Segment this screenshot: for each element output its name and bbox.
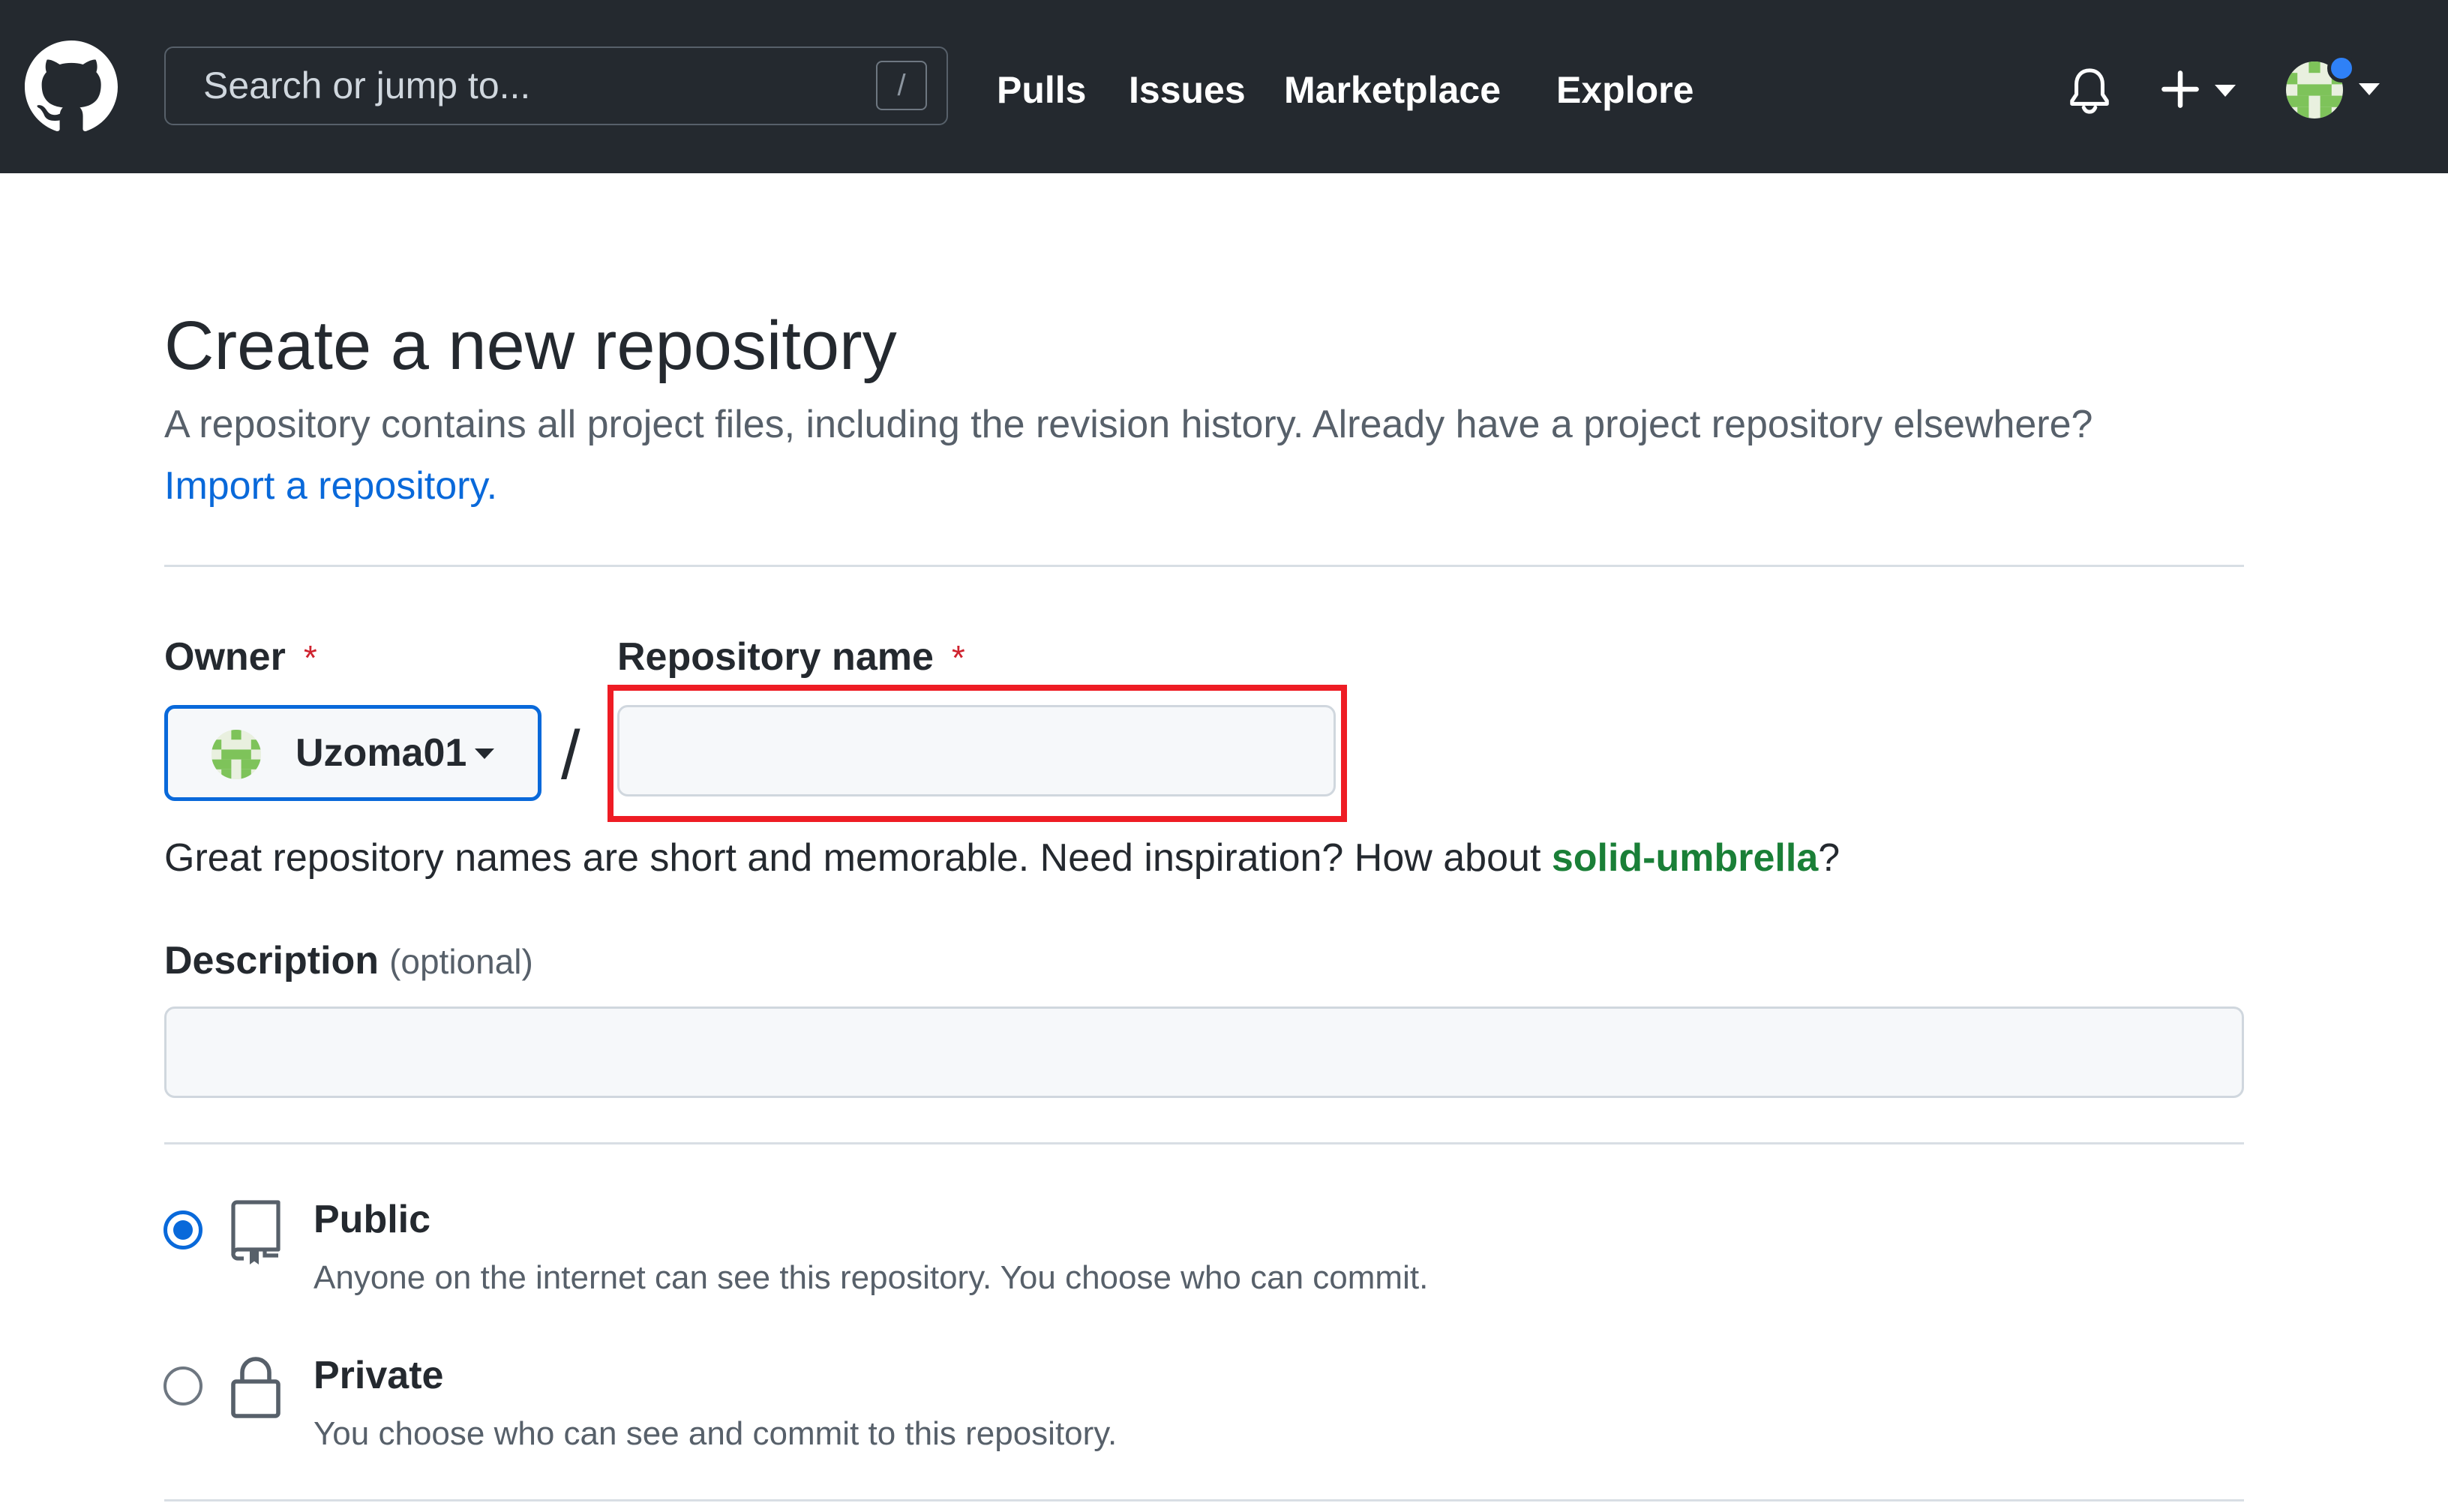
required-mark: *	[951, 638, 965, 677]
repo-name-hint-suffix: ?	[1818, 836, 1840, 880]
github-logo-icon[interactable]	[25, 40, 118, 134]
nav-pulls[interactable]: Pulls	[997, 46, 1086, 134]
nav-marketplace[interactable]: Marketplace	[1284, 46, 1501, 134]
page-title: Create a new repository	[164, 308, 897, 384]
required-mark: *	[303, 638, 317, 677]
repo-icon	[231, 1200, 280, 1264]
description-label: Description (optional)	[164, 934, 533, 988]
repo-name-hint-text: Great repository names are short and mem…	[164, 836, 1552, 880]
page: Search or jump to... / Pulls Issues Mark…	[0, 0, 2448, 1512]
public-description: Anyone on the internet can see this repo…	[314, 1259, 1429, 1296]
plus-icon[interactable]	[2160, 69, 2200, 110]
description-label-text: Description	[164, 939, 380, 982]
global-header: Search or jump to... / Pulls Issues Mark…	[0, 0, 2448, 173]
description-input[interactable]	[164, 1006, 2244, 1098]
public-title: Public	[314, 1198, 431, 1241]
divider	[164, 1499, 2244, 1502]
owner-select[interactable]: Uzoma01	[164, 705, 542, 801]
page-description: A repository contains all project files,…	[164, 403, 2093, 446]
repo-name-label-text: Repository name	[617, 635, 934, 679]
chevron-down-icon	[475, 748, 494, 759]
avatar-dropdown-caret-icon[interactable]	[2359, 83, 2380, 95]
bell-icon[interactable]	[2066, 66, 2113, 116]
owner-value: Uzoma01	[296, 731, 467, 775]
private-radio[interactable]	[164, 1366, 202, 1406]
private-title: Private	[314, 1354, 444, 1397]
nav-explore[interactable]: Explore	[1556, 46, 1694, 134]
optional-tag: (optional)	[389, 942, 533, 981]
divider	[164, 1142, 2244, 1144]
repo-name-hint: Great repository names are short and mem…	[164, 831, 1840, 885]
import-repository-link[interactable]: Import a repository.	[164, 459, 497, 513]
lock-icon	[231, 1357, 280, 1418]
suggested-name-link[interactable]: solid-umbrella	[1552, 836, 1818, 880]
owner-avatar	[212, 730, 261, 779]
public-radio[interactable]	[164, 1210, 202, 1250]
private-description: You choose who can see and commit to thi…	[314, 1415, 1118, 1452]
owner-label: Owner *	[164, 630, 317, 685]
repo-name-label: Repository name *	[617, 630, 965, 685]
owner-label-text: Owner	[164, 635, 286, 679]
search-shortcut-key: /	[876, 61, 927, 110]
plus-dropdown-caret-icon[interactable]	[2215, 85, 2236, 97]
owner-repo-separator: /	[561, 717, 580, 794]
search-input[interactable]: Search or jump to...	[203, 48, 530, 124]
search-box[interactable]: Search or jump to... /	[164, 46, 948, 125]
nav-issues[interactable]: Issues	[1129, 46, 1246, 134]
notification-indicator	[2327, 54, 2356, 82]
highlight-annotation	[608, 685, 1347, 822]
divider	[164, 565, 2244, 567]
